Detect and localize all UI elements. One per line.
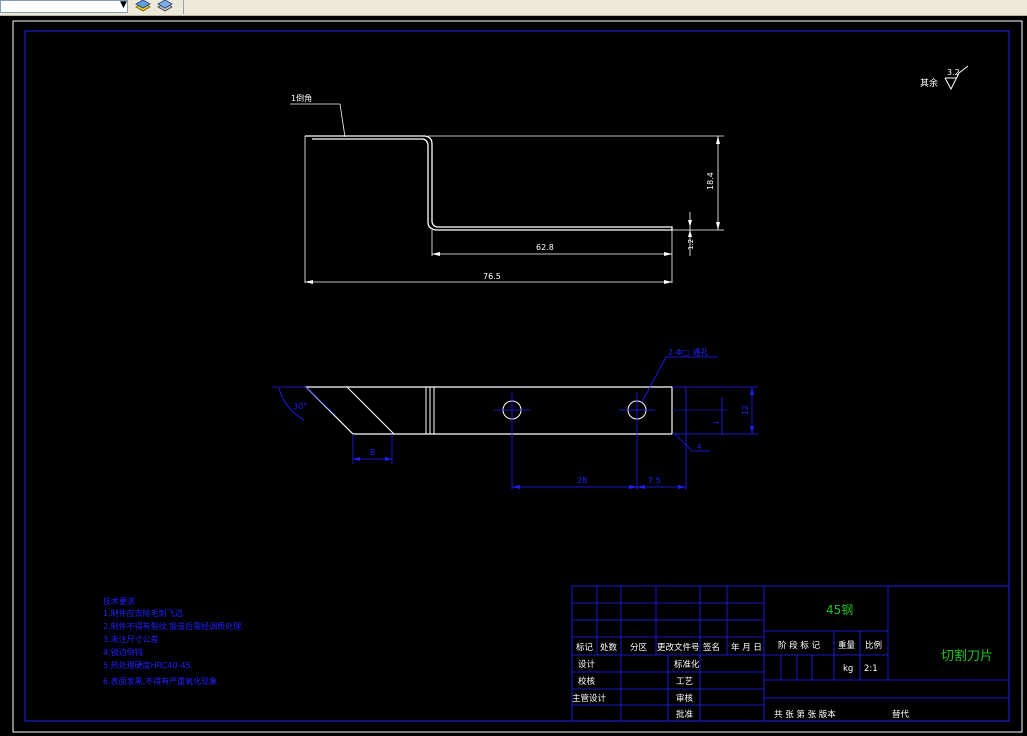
- note-line: 4.锐边倒钝.: [103, 647, 145, 657]
- tb-label: 签名: [703, 642, 720, 653]
- dim-plan-small: 1: [712, 421, 720, 425]
- layer-state-icon[interactable]: [157, 0, 173, 12]
- dim-plan-angle: 30°: [293, 402, 307, 411]
- note-line: 5.热处理硬度HRC40-45.: [103, 660, 193, 670]
- tb-label: 处数: [600, 642, 618, 653]
- note-line: 1.制件应去除毛刺飞边.: [103, 608, 185, 618]
- dim-top-bottom: 62.8: [536, 243, 554, 252]
- tb-weight-label: 重量: [838, 640, 856, 651]
- note-title: 技术要求: [103, 596, 135, 606]
- toolbar-separator: [183, 0, 184, 14]
- roughness-value: 3.2: [947, 68, 960, 77]
- autocad-toolbar: ▼: [0, 0, 1027, 16]
- dim-top-height: 18.4: [706, 172, 715, 190]
- tb-label: 标准化: [674, 659, 700, 670]
- technical-notes: 技术要求 1.制件应去除毛刺飞边. 2.制件不得有裂纹,锻造后需经调质处理. 3…: [103, 596, 244, 686]
- tb-label: 工艺: [676, 677, 693, 687]
- blade-profile: [305, 135, 673, 231]
- tb-scale-value: 2:1: [864, 664, 878, 674]
- note-line: 3.未注尺寸公差.: [103, 634, 161, 644]
- tb-label: 分区: [630, 643, 648, 653]
- roughness-label: 其余: [920, 77, 938, 89]
- chamfer-note: 1倒角: [291, 93, 312, 103]
- dim-top-thick: 1.2: [687, 239, 695, 250]
- tb-replace-label: 替代: [892, 709, 910, 720]
- plan-view: 28 7.5 12 1 2-Φ□ 通孔 4 8 30°: [272, 347, 758, 490]
- note-line: 2.制件不得有裂纹,锻造后需经调质处理.: [103, 621, 244, 631]
- tb-label: 主管设计: [572, 693, 607, 704]
- tb-sheet-text: 共 张 第 张 版本: [774, 709, 836, 720]
- tb-label: 标记: [576, 642, 594, 653]
- dim-plan-holes: 28: [577, 476, 587, 485]
- tb-label: 更改文件号: [657, 642, 700, 653]
- roughness-symbol: 其余 3.2: [920, 65, 969, 91]
- note-line: 6.表面发黑,不得有严重氧化现象.: [103, 676, 220, 686]
- tb-label: 校核: [578, 676, 596, 687]
- tb-label: 批准: [676, 709, 694, 720]
- tb-weight-unit: kg: [843, 664, 853, 674]
- hole-note: 2-Φ□ 通孔: [668, 347, 708, 357]
- dim-plan-left: 8: [370, 448, 375, 457]
- tb-scale-label: 比例: [865, 640, 882, 651]
- tb-material: 45钢: [826, 603, 853, 617]
- tb-stage-label: 阶 段 标 记: [778, 640, 821, 651]
- tb-drawing-title: 切割刀片: [941, 648, 993, 664]
- layer-combo[interactable]: ▼: [0, 0, 128, 13]
- drawing-canvas[interactable]: 其余 3.2 76.5 62.8 18.4 1.2 1倒角 28 7.5 12 …: [0, 16, 1027, 736]
- dim-plan-edge: 7.5: [648, 476, 661, 485]
- plan-outline: [304, 386, 673, 435]
- chevron-down-icon[interactable]: ▼: [120, 0, 127, 10]
- tb-label: 审核: [676, 693, 694, 704]
- front-view: 76.5 62.8 18.4 1.2 1倒角: [290, 93, 724, 284]
- tb-label: 设计: [578, 659, 596, 670]
- tb-label: 年 月 日: [731, 642, 762, 653]
- dim-plan-t: 4: [697, 443, 702, 451]
- dim-top-width: 76.5: [483, 272, 501, 281]
- dim-plan-height: 12: [741, 405, 750, 415]
- layer-icon[interactable]: [135, 0, 151, 12]
